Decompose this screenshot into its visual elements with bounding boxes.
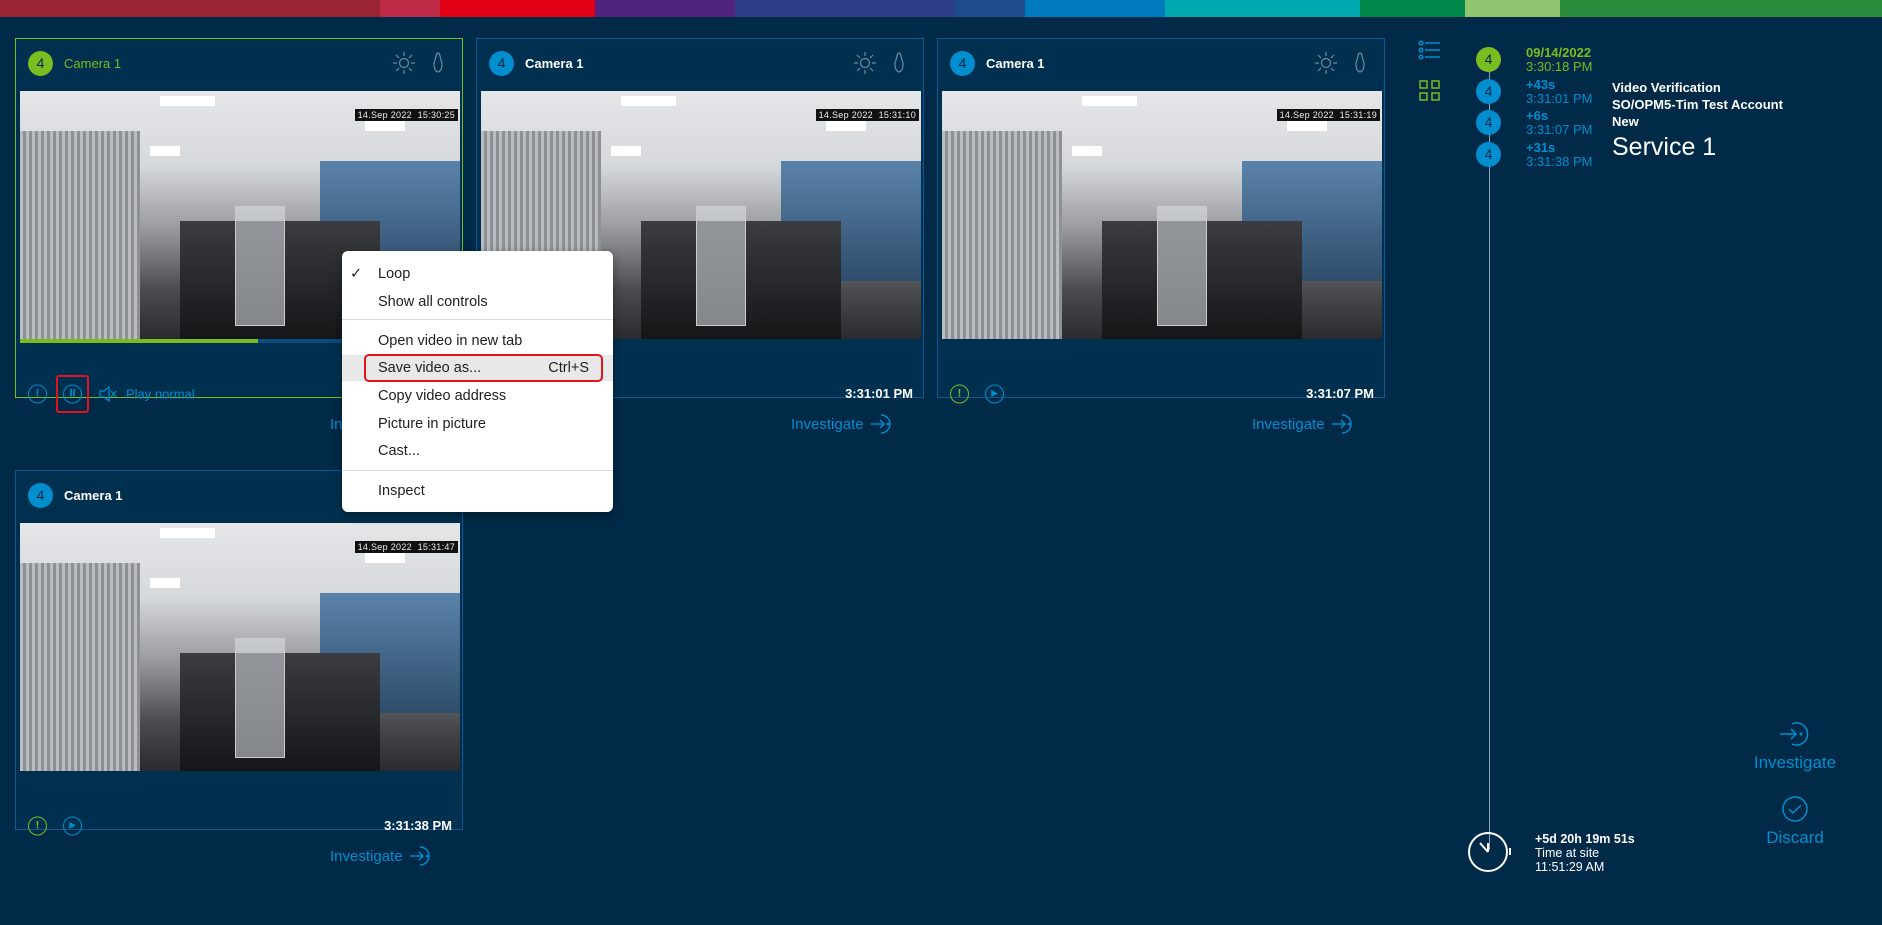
menu-label: Loop — [378, 266, 411, 282]
discard-label: Discard — [1766, 828, 1824, 847]
check-circle-icon — [1782, 796, 1808, 822]
menu-divider — [342, 319, 613, 320]
event-delta: +6s — [1526, 108, 1549, 123]
alarm-service: Service 1 — [1612, 133, 1717, 161]
highlight-box — [364, 354, 603, 382]
event-time: 3:31:01 PM — [1526, 91, 1593, 106]
clip-time: 3:31:07 PM — [1306, 386, 1374, 401]
timeline-event: +6s 3:31:07 PM — [1526, 109, 1593, 137]
investigate-label: Investigate — [791, 415, 864, 433]
alert-button[interactable]: ! — [28, 816, 47, 836]
camera-badge: 4 — [489, 51, 514, 76]
alert-button[interactable]: ! — [28, 384, 47, 404]
grid-view-icon[interactable] — [1419, 80, 1441, 102]
camera-header: 4 Camera 1 — [477, 39, 923, 89]
alarm-type: Video Verification — [1612, 80, 1721, 95]
timeline-event: +43s 3:31:01 PM — [1526, 78, 1593, 106]
menu-item-inspect[interactable]: Inspect — [342, 478, 613, 504]
event-time: 3:31:07 PM — [1526, 122, 1593, 137]
investigate-link[interactable]: Investigate — [330, 844, 435, 868]
timeline-event-badge[interactable]: 4 — [1476, 110, 1501, 135]
camera-card[interactable]: 4 Camera 1 14.Sep 2022 15:31:19 ! ▶ 3:31… — [937, 38, 1385, 404]
video-context-menu: ✓ Loop Show all controls Open video in ne… — [342, 251, 613, 512]
clip-time: 3:31:38 PM — [384, 818, 452, 833]
camera-badge: 4 — [950, 51, 975, 76]
event-delta: +31s — [1526, 140, 1556, 155]
site-label: Time at site — [1535, 846, 1600, 860]
timeline-line — [1489, 60, 1490, 850]
video-timestamp-overlay: 14.Sep 2022 15:31:10 — [815, 109, 919, 121]
menu-item-open-new-tab[interactable]: Open video in new tab — [342, 328, 613, 354]
brightness-icon[interactable] — [1314, 51, 1338, 75]
brand-color-bar — [0, 0, 1882, 17]
camera-video[interactable]: 14.Sep 2022 15:31:19 — [942, 91, 1382, 339]
play-mode[interactable]: Play normal — [126, 387, 195, 402]
list-view-icon[interactable] — [1418, 40, 1442, 60]
menu-item-save-video[interactable]: Save video as... Ctrl+S — [342, 354, 613, 382]
camera-badge: 4 — [28, 483, 53, 508]
camera-header: 4 Camera 1 — [938, 39, 1384, 89]
investigate-action-button[interactable]: Investigate — [1730, 720, 1860, 773]
site-time: +5d 20h 19m 51s Time at site 11:51:29 AM — [1535, 832, 1635, 874]
camera-title: Camera 1 — [986, 56, 1045, 71]
camera-title: Camera 1 — [525, 56, 584, 71]
alert-button[interactable]: ! — [950, 384, 969, 404]
menu-item-show-all-controls[interactable]: Show all controls — [342, 289, 613, 315]
timeline-event-badge[interactable]: 4 — [1476, 79, 1501, 104]
video-timestamp-overlay: 14.Sep 2022 15:30:25 — [354, 109, 458, 121]
check-icon: ✓ — [350, 266, 363, 282]
investigate-label: Investigate — [1753, 753, 1837, 772]
lightbulb-icon[interactable] — [1348, 51, 1372, 75]
video-timestamp-overlay: 14.Sep 2022 15:31:47 — [354, 541, 458, 553]
investigate-link[interactable]: Investigate — [1252, 412, 1357, 436]
investigate-label: Investigate — [330, 847, 403, 865]
camera-video[interactable]: 14.Sep 2022 15:31:47 — [20, 523, 460, 771]
menu-item-loop[interactable]: ✓ Loop — [342, 261, 613, 287]
brightness-icon[interactable] — [392, 51, 416, 75]
event-time: 3:30:18 PM — [1526, 59, 1593, 74]
mute-icon[interactable] — [98, 386, 118, 402]
investigate-icon — [409, 846, 430, 866]
clock-icon — [1468, 832, 1511, 872]
menu-item-picture-in-picture[interactable]: Picture in picture — [342, 411, 613, 437]
lightbulb-icon[interactable] — [426, 51, 450, 75]
camera-header: 4 Camera 1 — [16, 39, 462, 89]
event-delta: 09/14/2022 — [1526, 45, 1592, 60]
event-time: 3:31:38 PM — [1526, 154, 1593, 169]
investigate-icon — [870, 414, 891, 434]
video-timestamp-overlay: 14.Sep 2022 15:31:19 — [1276, 109, 1380, 121]
timeline-event: +31s 3:31:38 PM — [1526, 141, 1593, 169]
investigate-icon — [1780, 722, 1809, 746]
camera-title: Camera 1 — [64, 488, 123, 503]
alarm-account: SO/OPM5-Tim Test Account — [1612, 97, 1783, 112]
lightbulb-icon[interactable] — [887, 51, 911, 75]
event-delta: +43s — [1526, 77, 1556, 92]
menu-item-cast[interactable]: Cast... — [342, 438, 613, 464]
menu-divider — [342, 470, 613, 471]
investigate-link[interactable]: Investigate — [791, 412, 896, 436]
clip-time: 3:31:01 PM — [845, 386, 913, 401]
alarm-info: Video Verification SO/OPM5-Tim Test Acco… — [1612, 79, 1783, 164]
site-arrival-time: 11:51:29 AM — [1535, 860, 1605, 874]
brightness-icon[interactable] — [853, 51, 877, 75]
pause-button[interactable]: II — [63, 384, 82, 404]
discard-action-button[interactable]: Discard — [1730, 795, 1860, 848]
investigate-label: Investigate — [1252, 415, 1325, 433]
camera-badge: 4 — [28, 51, 53, 76]
timeline-event-badge[interactable]: 4 — [1476, 47, 1501, 72]
timeline-event-badge[interactable]: 4 — [1476, 142, 1501, 167]
timeline-event: 09/14/2022 3:30:18 PM — [1526, 46, 1593, 74]
investigate-icon — [1331, 414, 1352, 434]
camera-card[interactable]: 4 Camera 1 14.Sep 2022 15:31:47 ! ▶ 3:31… — [15, 470, 463, 836]
play-button[interactable]: ▶ — [63, 816, 82, 836]
menu-item-copy-address[interactable]: Copy video address — [342, 383, 613, 409]
site-duration: +5d 20h 19m 51s — [1535, 832, 1635, 846]
play-button[interactable]: ▶ — [985, 384, 1004, 404]
camera-title: Camera 1 — [64, 56, 122, 71]
alarm-state: New — [1612, 114, 1639, 129]
